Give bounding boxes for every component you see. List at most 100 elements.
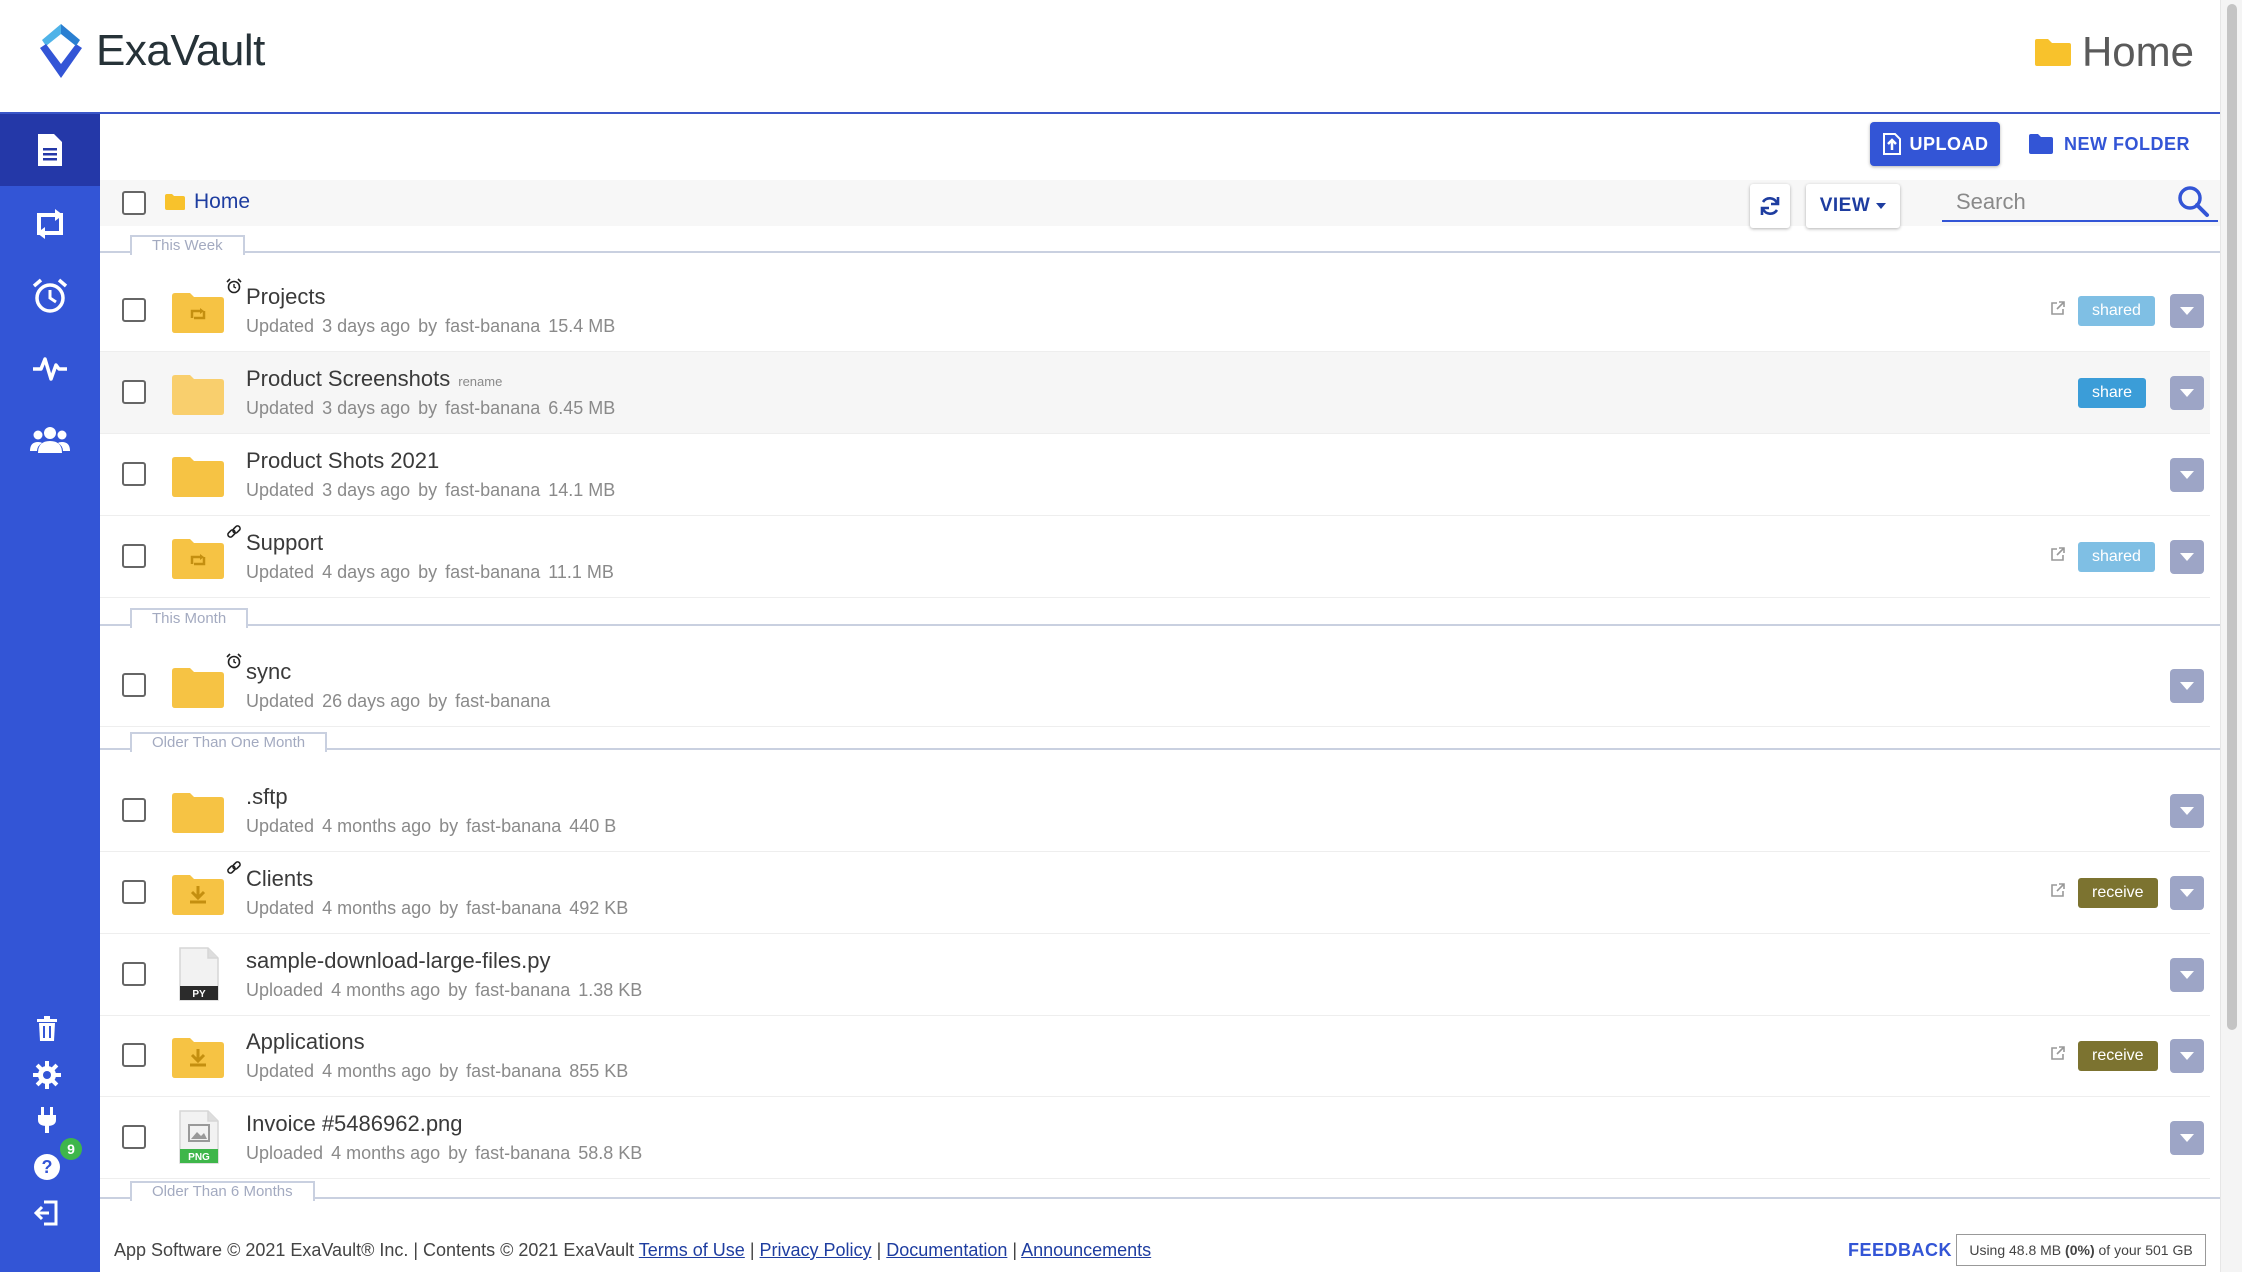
sidebar-item-settings[interactable]	[0, 1054, 94, 1096]
file-name[interactable]: Invoice #5486962.png	[246, 1111, 463, 1137]
search-icon[interactable]	[2176, 184, 2210, 218]
scrollbar-thumb[interactable]	[2227, 4, 2237, 1030]
new-folder-button[interactable]: NEW FOLDER	[2028, 124, 2190, 164]
sidebar-item-activity[interactable]	[0, 332, 100, 404]
row-checkbox[interactable]	[122, 673, 146, 697]
file-name[interactable]: sync	[246, 659, 291, 685]
row-checkbox[interactable]	[122, 1043, 146, 1067]
caret-down-icon	[2180, 307, 2194, 315]
row-checkbox[interactable]	[122, 798, 146, 822]
sync-folder-icon	[172, 539, 224, 579]
file-name[interactable]: Applications	[246, 1029, 365, 1055]
file-row[interactable]: Applications Updated 4 months ago by fast-b…	[100, 1015, 2210, 1097]
row-checkbox[interactable]	[122, 462, 146, 486]
announcements-link[interactable]: Announcements	[1021, 1240, 1151, 1260]
group-label: Older Than 6 Months	[130, 1181, 315, 1201]
privacy-link[interactable]: Privacy Policy	[760, 1240, 872, 1260]
plug-icon	[38, 1107, 56, 1133]
row-menu-button[interactable]	[2170, 1121, 2204, 1155]
file-name[interactable]: Product Screenshots rename	[246, 366, 502, 392]
share-button[interactable]: share	[2078, 378, 2147, 408]
file-meta: Updated 4 months ago by fast-banana 492 KB	[246, 898, 629, 918]
gear-icon	[33, 1061, 61, 1089]
sidebar-item-help[interactable]: ? 9	[0, 1138, 94, 1188]
row-menu-button[interactable]	[2170, 540, 2204, 574]
exavault-logo-icon	[40, 24, 82, 78]
external-link-icon[interactable]	[2050, 300, 2066, 316]
sidebar-item-users[interactable]	[0, 404, 100, 476]
sidebar-item-logout[interactable]	[0, 1192, 94, 1234]
caret-down-icon	[2180, 682, 2194, 690]
sidebar-item-sync[interactable]	[0, 188, 100, 260]
select-all-checkbox[interactable]	[122, 191, 146, 215]
sidebar-item-integrations[interactable]	[0, 1100, 94, 1142]
file-name[interactable]: Projects	[246, 284, 325, 310]
terms-link[interactable]: Terms of Use	[639, 1240, 745, 1260]
receive-status-badge[interactable]: receive	[2078, 1041, 2158, 1071]
activity-icon	[33, 357, 67, 381]
receive-status-badge[interactable]: receive	[2078, 878, 2158, 908]
breadcrumb[interactable]: Home	[164, 190, 250, 214]
share-status-badge[interactable]: shared	[2078, 296, 2155, 326]
upload-button[interactable]: UPLOAD	[1870, 122, 2000, 166]
exavault-logo[interactable]: ExaVault	[36, 22, 265, 80]
file-row[interactable]: sync Updated 26 days ago by fast-banana	[100, 645, 2210, 727]
external-link-icon[interactable]	[2050, 546, 2066, 562]
file-name[interactable]: .sftp	[246, 784, 288, 810]
sidebar-item-scheduled[interactable]	[0, 260, 100, 332]
sidebar-item-files[interactable]	[0, 114, 100, 186]
row-checkbox[interactable]	[122, 1125, 146, 1149]
sidebar-item-trash[interactable]	[0, 1008, 94, 1050]
row-menu-button[interactable]	[2170, 376, 2204, 410]
file-row[interactable]: Product Shots 2021 Updated 3 days ago by fa…	[100, 434, 2210, 516]
feedback-link[interactable]: FEEDBACK	[1848, 1240, 1952, 1261]
app-name: ExaVault	[96, 26, 265, 75]
external-link-icon[interactable]	[2050, 1045, 2066, 1061]
row-menu-button[interactable]	[2170, 669, 2204, 703]
group-divider: This Week	[100, 233, 2220, 255]
link-icon	[227, 525, 241, 538]
search-input[interactable]	[1956, 186, 2156, 218]
group-divider: Older Than 6 Months	[100, 1179, 2220, 1201]
file-name[interactable]: Support	[246, 530, 323, 556]
rename-link[interactable]: rename	[458, 374, 502, 389]
file-row[interactable]: .sftp Updated 4 months ago by fast-banana 44…	[100, 770, 2210, 852]
row-checkbox[interactable]	[122, 544, 146, 568]
file-row[interactable]: PNG Invoice #5486962.png Uploaded 4 month…	[100, 1097, 2210, 1179]
row-menu-button[interactable]	[2170, 794, 2204, 828]
caret-down-icon	[2180, 1052, 2194, 1060]
row-menu-button[interactable]	[2170, 294, 2204, 328]
row-checkbox[interactable]	[122, 962, 146, 986]
row-menu-button[interactable]	[2170, 876, 2204, 910]
refresh-icon	[1760, 197, 1780, 215]
row-checkbox[interactable]	[122, 380, 146, 404]
group-label: Older Than One Month	[130, 732, 328, 752]
view-dropdown[interactable]: VIEW	[1806, 184, 1900, 228]
row-menu-button[interactable]	[2170, 958, 2204, 992]
file-name[interactable]: Clients	[246, 866, 313, 892]
breadcrumb-home[interactable]: Home	[194, 190, 250, 214]
file-row[interactable]: PY sample-download-large-files.py Upload…	[100, 934, 2210, 1016]
scrollbar[interactable]	[2220, 0, 2242, 1272]
png-file-icon: PNG	[179, 1110, 219, 1164]
caret-down-icon	[2180, 889, 2194, 897]
documentation-link[interactable]: Documentation	[886, 1240, 1007, 1260]
file-row[interactable]: Clients Updated 4 months ago by fast-banana…	[100, 852, 2210, 934]
row-checkbox[interactable]	[122, 880, 146, 904]
file-name[interactable]: sample-download-large-files.py	[246, 948, 550, 974]
row-menu-button[interactable]	[2170, 458, 2204, 492]
file-row[interactable]: Support Updated 4 days ago by fast-banana 11…	[100, 516, 2210, 598]
file-icon	[38, 134, 62, 166]
trash-icon	[37, 1016, 57, 1041]
file-row[interactable]: Projects Updated 3 days ago by fast-banana 1…	[100, 270, 2210, 352]
top-header: ExaVault Home	[0, 0, 2220, 114]
row-checkbox[interactable]	[122, 298, 146, 322]
share-status-badge[interactable]: shared	[2078, 542, 2155, 572]
file-row[interactable]: Product Screenshots rename Updated 3 days …	[100, 352, 2210, 434]
sidebar: ? 9	[0, 114, 100, 1272]
refresh-button[interactable]	[1750, 184, 1790, 228]
row-menu-button[interactable]	[2170, 1039, 2204, 1073]
file-name[interactable]: Product Shots 2021	[246, 448, 439, 474]
external-link-icon[interactable]	[2050, 882, 2066, 898]
alarm-icon	[226, 653, 242, 669]
